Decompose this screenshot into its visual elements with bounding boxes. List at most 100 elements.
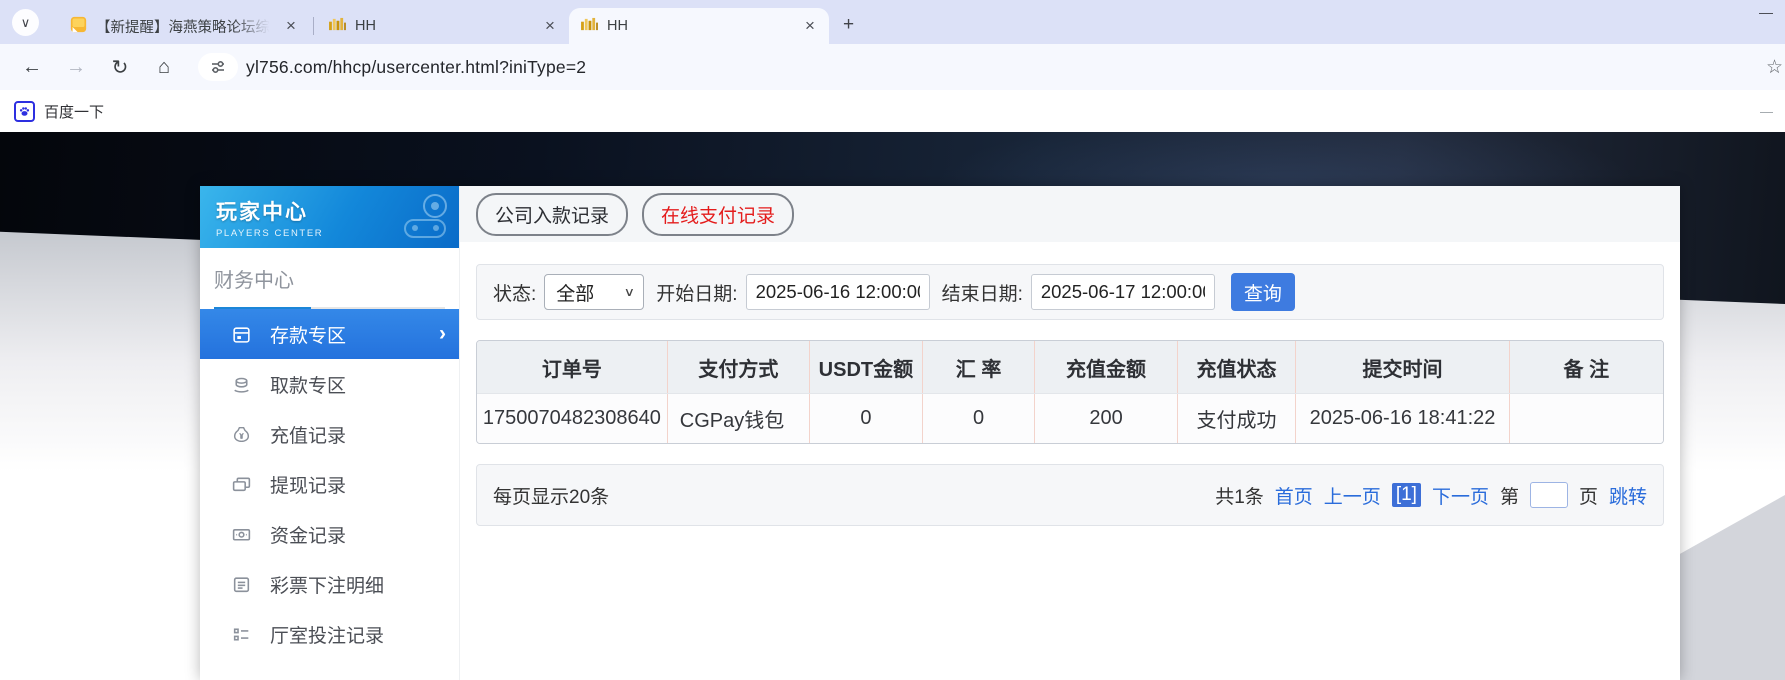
records-table: 订单号 支付方式 USDT金额 汇 率 充值金额 充值状态 提交时间 备 注 1… [476, 340, 1664, 444]
tab-company-deposit-record[interactable]: 公司入款记录 [476, 192, 629, 236]
gamepad-icon [395, 192, 451, 247]
first-page-link[interactable]: 首页 [1275, 482, 1313, 509]
home-button[interactable]: ⌂ [147, 50, 181, 84]
site-info-button[interactable] [198, 53, 238, 81]
browser-tab-strip: ∨ 【新提醒】海燕策略论坛综合交 × HH × HH × + — [0, 0, 1785, 44]
sidebar-item-hall-bet-record[interactable]: 厅室投注记录 [200, 609, 459, 659]
jump-suffix-label: 页 [1578, 486, 1598, 508]
new-tab-button[interactable]: + [843, 15, 854, 34]
page-jump-input[interactable] [1529, 482, 1568, 508]
sidebar-menu: 存款专区 › 取款专区 充值记录 提现记录 资金记录 彩票下注明细 厅室投注记录 [200, 309, 459, 659]
sidebar-item-label: 彩票下注明细 [270, 575, 385, 597]
bookmarks-bar: 百度一下 — [0, 90, 1785, 132]
cell-submit-time: 2025-06-16 18:41:22 [1295, 394, 1508, 443]
cell-rate: 0 [921, 394, 1035, 443]
cards-icon [230, 473, 252, 495]
prev-page-link[interactable]: 上一页 [1324, 482, 1381, 509]
money-bag-icon [230, 423, 252, 445]
header-order-no: 订单号 [541, 358, 602, 381]
end-date-input[interactable] [1030, 274, 1215, 310]
start-date-input[interactable] [745, 274, 930, 310]
cell-usdt-amount: 0 [809, 394, 922, 443]
close-icon[interactable]: × [801, 17, 819, 35]
sidebar-item-recharge-record[interactable]: 充值记录 [200, 409, 459, 459]
sidebar: 玩家中心 PLAYERS CENTER 财务中心 存款专区 › 取款专区 充值记… [200, 186, 460, 680]
page-background: 玩家中心 PLAYERS CENTER 财务中心 存款专区 › 取款专区 充值记… [0, 132, 1785, 680]
sidebar-item-withdraw[interactable]: 取款专区 [200, 359, 459, 409]
reload-button[interactable]: ↻ [103, 50, 137, 84]
tab-separator [313, 17, 314, 35]
jump-link[interactable]: 跳转 [1609, 482, 1647, 509]
browser-tab-hh-2-active[interactable]: HH × [569, 8, 829, 44]
filter-bar: 状态: 全部 ∨ 开始日期: 结束日期: 查询 [476, 264, 1664, 320]
status-select[interactable]: 全部 ∨ [544, 274, 645, 310]
header-submit-time: 提交时间 [1295, 341, 1508, 393]
header-amount: 充值金额 [1034, 341, 1176, 393]
cell-pay-method: CGPay钱包 [666, 394, 809, 443]
end-date-label: 结束日期: [941, 283, 1023, 305]
tab-title: HH [355, 18, 376, 34]
bookmark-star-icon[interactable]: ☆ [1766, 56, 1783, 79]
total-count-text: 共1条 [1215, 486, 1264, 508]
bookmark-baidu[interactable]: 百度一下 [14, 100, 105, 122]
header-usdt-amount: USDT金额 [809, 341, 922, 393]
sidebar-item-label: 存款专区 [270, 325, 347, 347]
status-label: 状态: [493, 283, 537, 305]
back-button[interactable]: ← [15, 50, 49, 84]
url-field[interactable]: yl756.com/hhcp/usercenter.html?iniType=2 [246, 57, 586, 78]
tab-online-payment-record[interactable]: 在线支付记录 [642, 192, 795, 236]
search-button[interactable]: 查询 [1230, 273, 1295, 311]
bookmark-label: 百度一下 [44, 103, 105, 121]
tab-title: 【新提醒】海燕策略论坛综合交 [96, 19, 273, 36]
dropdown-arrow-icon: ∨ [624, 285, 636, 299]
chevron-right-icon: › [439, 322, 446, 345]
sidebar-item-label: 提现记录 [270, 475, 347, 497]
close-icon[interactable]: × [282, 17, 300, 35]
tab-list-button[interactable]: ∨ [12, 9, 39, 36]
deposit-icon [230, 323, 252, 345]
sidebar-header: 玩家中心 PLAYERS CENTER [200, 186, 459, 248]
minimize-icon[interactable]: — [1759, 4, 1773, 20]
cell-amount: 200 [1034, 394, 1176, 443]
jump-prefix-label: 第 [1499, 486, 1519, 508]
cell-remark [1508, 394, 1663, 443]
tab-title: HH [607, 18, 628, 34]
sidebar-item-lottery-detail[interactable]: 彩票下注明细 [200, 559, 459, 609]
header-remark: 备 注 [1508, 341, 1663, 393]
header-rate: 汇 率 [921, 341, 1035, 393]
sidebar-item-withdrawal-record[interactable]: 提现记录 [200, 459, 459, 509]
withdraw-icon [230, 373, 252, 395]
browser-tab-hh-1[interactable]: HH × [317, 8, 569, 44]
bookmarks-overflow-dash: — [1760, 103, 1773, 119]
browser-tab-forum[interactable]: 【新提醒】海燕策略论坛综合交 × [58, 8, 310, 44]
chevron-down-icon: ∨ [20, 14, 31, 30]
sidebar-item-label: 取款专区 [270, 375, 347, 397]
user-center-panel: 玩家中心 PLAYERS CENTER 财务中心 存款专区 › 取款专区 充值记… [200, 186, 1680, 680]
forum-favicon [70, 16, 87, 37]
forward-button[interactable]: → [59, 50, 93, 84]
sidebar-section: 财务中心 [200, 248, 459, 309]
close-icon[interactable]: × [541, 17, 559, 35]
pagination-bar: 每页显示20条 共1条 首页 上一页 [1] 下一页 第 页 跳转 [476, 464, 1664, 526]
header-pay-method: 支付方式 [666, 341, 809, 393]
site-favicon [581, 17, 598, 36]
content-area: 公司入款记录 在线支付记录 状态: 全部 ∨ 开始日期: 结束日期: 查询 订单… [460, 186, 1680, 680]
document-icon [230, 573, 252, 595]
table-row: 1750070482308640 CGPay钱包 0 0 200 支付成功 20… [477, 393, 1663, 443]
record-tabs: 公司入款记录 在线支付记录 [460, 186, 1680, 242]
current-page-indicator[interactable]: [1] [1391, 483, 1421, 507]
sidebar-item-label: 资金记录 [270, 525, 347, 547]
cell-order-no: 1750070482308640 [482, 407, 661, 429]
sidebar-item-label: 厅室投注记录 [270, 625, 385, 647]
sidebar-item-label: 充值记录 [270, 425, 347, 447]
start-date-label: 开始日期: [656, 283, 738, 305]
tune-icon [212, 60, 224, 74]
status-select-value: 全部 [556, 283, 595, 305]
sidebar-item-deposit[interactable]: 存款专区 › [200, 309, 459, 359]
sidebar-item-funds-record[interactable]: 资金记录 [200, 509, 459, 559]
table-header-row: 订单号 支付方式 USDT金额 汇 率 充值金额 充值状态 提交时间 备 注 [477, 341, 1663, 393]
list-icon [230, 623, 252, 645]
site-favicon [329, 17, 346, 36]
baidu-paw-icon [14, 100, 35, 122]
next-page-link[interactable]: 下一页 [1432, 482, 1489, 509]
